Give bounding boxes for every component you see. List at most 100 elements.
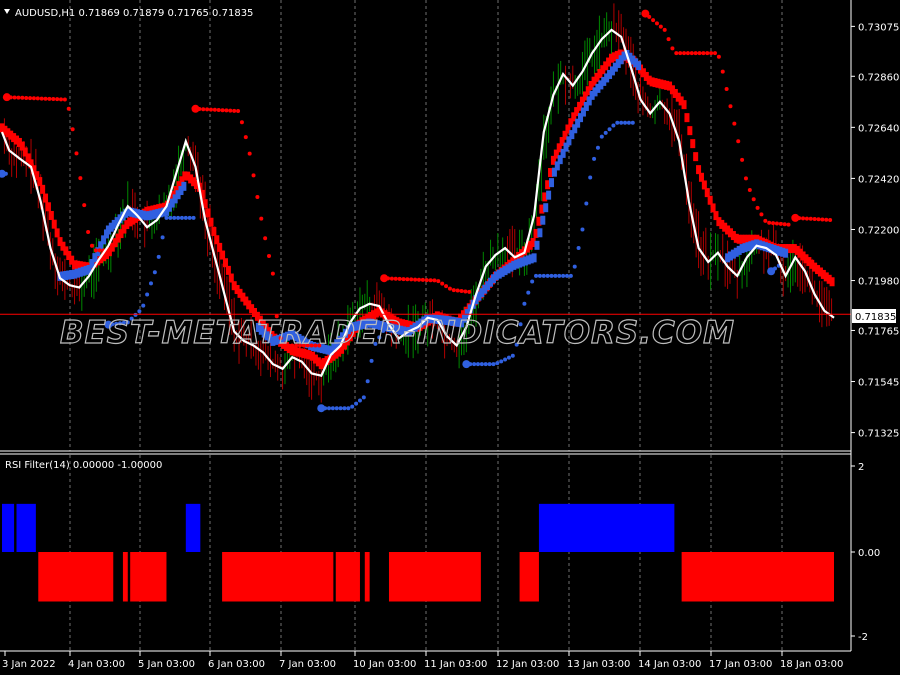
- red-band-mark: [684, 113, 690, 123]
- blue-band-mark: [546, 190, 552, 200]
- price-label: 0.71765: [858, 326, 899, 337]
- blue-stop-dot: [475, 362, 480, 367]
- symbol-header: AUDUSD,H1 0.71869 0.71879 0.71765 0.7183…: [15, 8, 253, 19]
- red-stop-dot: [713, 51, 718, 56]
- blue-stop-dot: [599, 134, 604, 139]
- blue-stop-dot: [541, 273, 546, 278]
- red-stop-dot: [747, 188, 752, 193]
- red-stop-dot: [232, 108, 237, 113]
- blue-stop-dot: [148, 281, 153, 286]
- red-band-mark: [681, 100, 687, 110]
- rsi-down-block: [130, 552, 167, 602]
- red-stop-dot: [28, 96, 33, 101]
- red-stop-dot: [728, 104, 733, 109]
- price-label: 0.71980: [858, 277, 899, 288]
- red-stop-dot: [459, 288, 464, 293]
- red-stop-dot: [228, 108, 233, 113]
- red-stop-dot: [709, 51, 714, 56]
- red-band-mark: [829, 277, 835, 287]
- blue-stop-dot: [557, 273, 562, 278]
- red-stop-dot: [397, 276, 402, 281]
- blue-stop-dot: [365, 379, 370, 384]
- red-stop-dot-start: [2, 93, 11, 102]
- red-stop-dot: [224, 108, 229, 113]
- blue-stop-dot: [191, 215, 196, 220]
- rsi-scale-axis: 2 0.00 -2: [851, 462, 880, 643]
- red-stop-dot: [732, 121, 737, 126]
- red-stop-dot: [205, 107, 210, 112]
- blue-stop-dot: [564, 273, 569, 278]
- blue-stop-dot: [568, 273, 573, 278]
- blue-stop-dot: [164, 215, 169, 220]
- red-stop-dot: [670, 46, 675, 51]
- blue-stop-dot: [510, 353, 515, 358]
- red-stop-dot: [239, 120, 244, 125]
- red-stop-dot: [716, 54, 721, 59]
- blue-stop-dot: [141, 303, 146, 308]
- red-stop-dot: [693, 51, 698, 56]
- red-stop-dot: [436, 279, 441, 284]
- time-label: 4 Jan 03:00: [68, 659, 125, 670]
- red-stop-dot-start: [641, 9, 650, 18]
- scale-label: 2: [858, 462, 864, 473]
- red-stop-dot: [808, 216, 813, 221]
- time-label: 18 Jan 03:00: [780, 659, 843, 670]
- red-stop-dot: [220, 108, 225, 113]
- red-stop-dot: [767, 220, 772, 225]
- blue-stop-dot: [630, 120, 635, 125]
- red-stop-dot: [654, 21, 659, 26]
- red-stop-dot: [697, 51, 702, 56]
- blue-stop-dot: [522, 301, 527, 306]
- time-axis[interactable]: 3 Jan 2022 4 Jan 03:00 5 Jan 03:00 6 Jan 03…: [2, 651, 843, 670]
- red-stop-dot: [662, 27, 667, 32]
- blue-stop-dot: [491, 362, 496, 367]
- blue-stop-dot: [346, 406, 351, 411]
- red-stop-dot: [463, 289, 468, 294]
- red-stop-dot: [424, 278, 429, 283]
- blue-band-mark: [531, 253, 537, 263]
- blue-stop-dot: [326, 406, 331, 411]
- blue-stop-dot: [179, 215, 184, 220]
- price-axis[interactable]: 0.73075 0.72860 0.72640 0.72420 0.72200 0.719…: [851, 22, 899, 440]
- red-stop-dot: [444, 284, 449, 289]
- rsi-up-block: [185, 503, 201, 552]
- rsi-filter-panel[interactable]: [2, 455, 834, 651]
- time-label: 7 Jan 03:00: [279, 659, 336, 670]
- red-band-mark: [51, 219, 57, 229]
- red-stop-dot: [440, 281, 445, 286]
- watermark: BEST-METATRADER-INDICATORS.COM: [60, 315, 735, 351]
- blue-stop-dot: [561, 273, 566, 278]
- main-price-panel[interactable]: BEST-METATRADER-INDICATORS.COM: [0, 0, 851, 451]
- blue-stop-dot: [534, 273, 539, 278]
- red-stop-dot: [70, 127, 75, 132]
- blue-stop-dot: [503, 357, 508, 362]
- blue-stop-dot: [479, 362, 484, 367]
- time-label: 11 Jan 03:00: [424, 659, 487, 670]
- blue-stop-dot: [623, 120, 628, 125]
- blue-stop-dot: [354, 401, 359, 406]
- blue-stop-dot: [553, 273, 558, 278]
- red-stop-dot: [39, 96, 44, 101]
- time-label: 12 Jan 03:00: [496, 659, 559, 670]
- red-stop-dot: [51, 97, 56, 102]
- blue-stop-dot: [168, 215, 173, 220]
- red-stop-dot: [720, 69, 725, 74]
- rsi-filter-histogram: [2, 503, 834, 602]
- red-stop-dot: [778, 221, 783, 226]
- blue-band-mark: [534, 240, 540, 250]
- blue-stop-dot: [160, 235, 165, 240]
- red-stop-dot: [409, 277, 414, 282]
- red-stop-dot: [467, 289, 472, 294]
- blue-stop-dot: [619, 120, 624, 125]
- red-stop-dot: [31, 96, 36, 101]
- red-stop-dot: [751, 197, 756, 202]
- blue-stop-dot: [357, 398, 362, 403]
- red-band-mark: [43, 193, 49, 203]
- red-stop-dot: [393, 276, 398, 281]
- red-stop-dot: [801, 216, 806, 221]
- blue-stop-dot: [611, 123, 616, 128]
- rsi-down-block: [335, 552, 360, 602]
- red-stop-dot: [66, 106, 71, 111]
- rsi-down-block: [519, 552, 539, 602]
- rsi-down-block: [388, 552, 481, 602]
